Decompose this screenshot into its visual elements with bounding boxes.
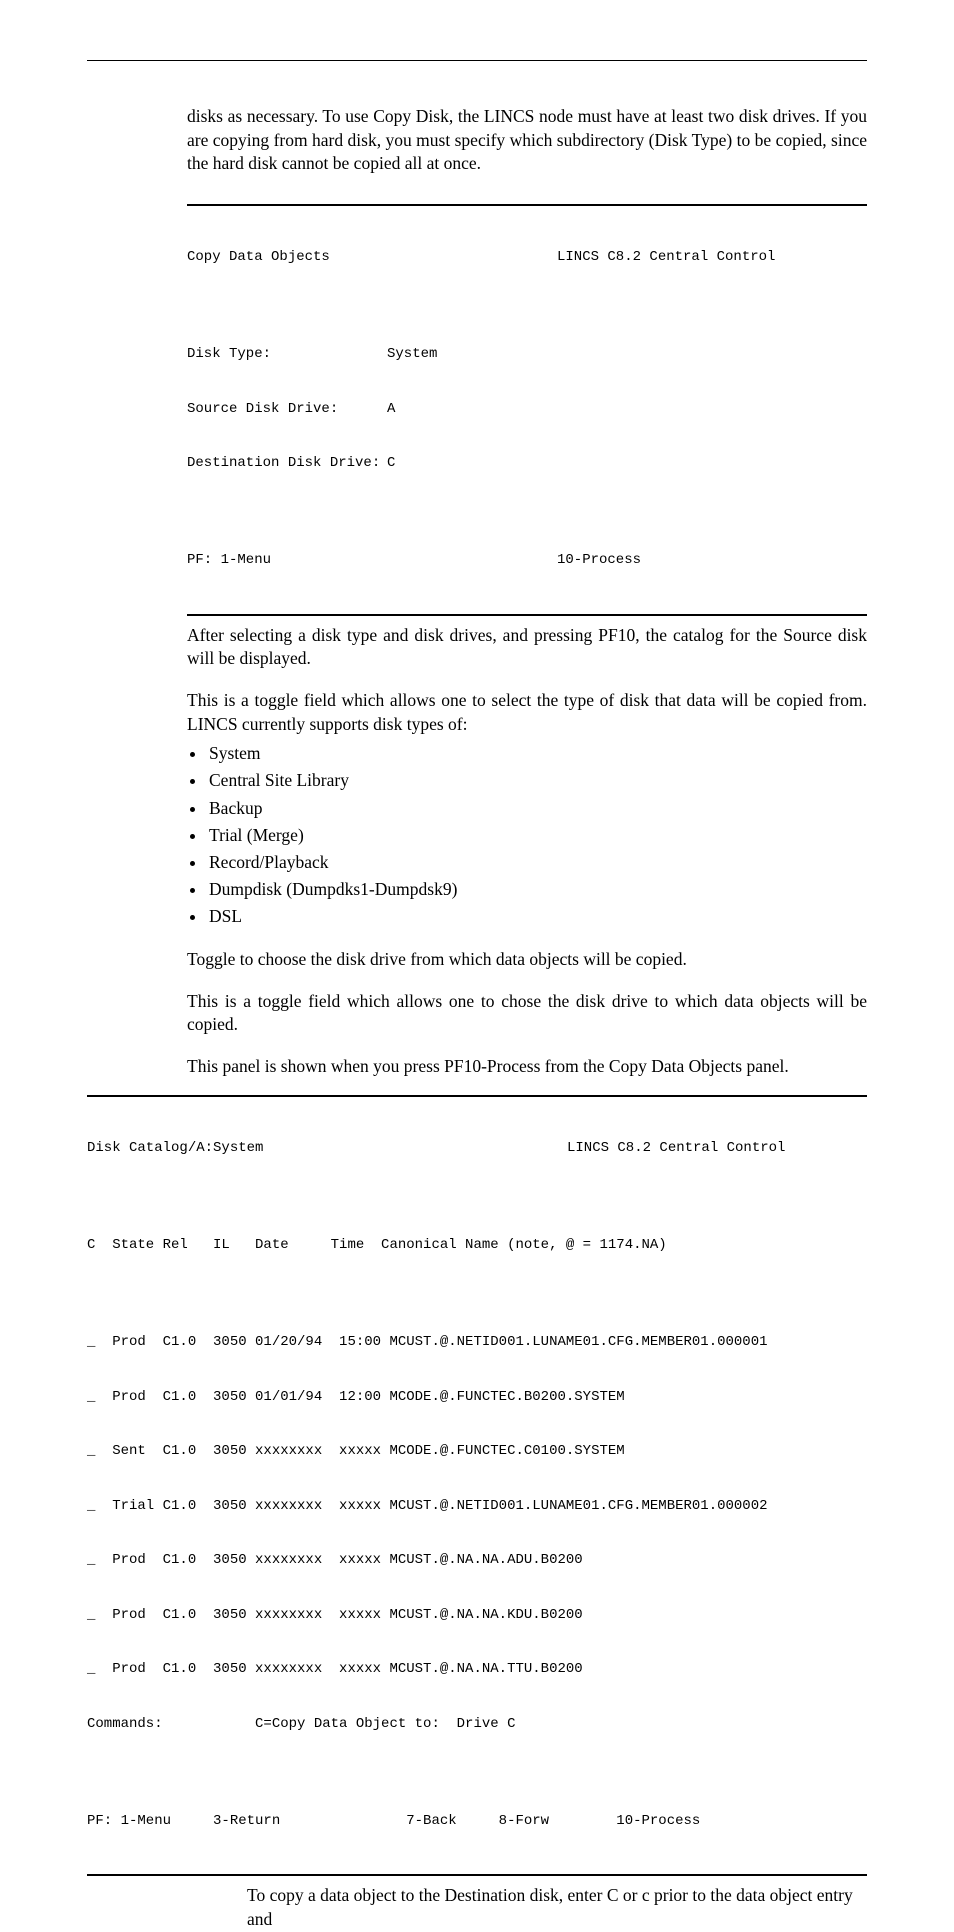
panel1-title-right: LINCS C8.2 Central Control — [557, 248, 775, 266]
panel2-title-left: Disk Catalog/A:System — [87, 1139, 567, 1157]
list-item: Trial (Merge) — [207, 822, 867, 849]
table-row: _ Prod C1.0 3050 xxxxxxxx xxxxx MCUST.@.… — [87, 1606, 867, 1624]
catalog-intro-paragraph: This panel is shown when you press PF10-… — [187, 1055, 867, 1079]
disk-type-label: Disk Type: — [187, 345, 387, 363]
catalog-header: C State Rel IL Date Time Canonical Name … — [87, 1236, 867, 1254]
list-item: Central Site Library — [207, 767, 867, 794]
toggle-intro-paragraph: This is a toggle field which allows one … — [187, 689, 867, 736]
commands-line: Commands: C=Copy Data Object to: Drive C — [87, 1715, 867, 1733]
table-row: _ Prod C1.0 3050 01/20/94 15:00 MCUST.@.… — [87, 1333, 867, 1351]
table-row: _ Prod C1.0 3050 xxxxxxxx xxxxx MCUST.@.… — [87, 1660, 867, 1678]
disk-types-list: System Central Site Library Backup Trial… — [187, 740, 867, 930]
source-toggle-paragraph: Toggle to choose the disk drive from whi… — [187, 948, 867, 972]
list-item: System — [207, 740, 867, 767]
table-row: _ Sent C1.0 3050 xxxxxxxx xxxxx MCODE.@.… — [87, 1442, 867, 1460]
table-row: _ Prod C1.0 3050 xxxxxxxx xxxxx MCUST.@.… — [87, 1551, 867, 1569]
panel1-pf-left: PF: 1-Menu — [187, 551, 557, 569]
dest-drive-label: Destination Disk Drive: — [187, 454, 387, 472]
list-item: DSL — [207, 903, 867, 930]
disk-catalog-panel: Disk Catalog/A:System LINCS C8.2 Central… — [87, 1095, 867, 1877]
source-drive-label: Source Disk Drive: — [187, 400, 387, 418]
copy-data-objects-panel: Copy Data Objects LINCS C8.2 Central Con… — [187, 204, 867, 616]
table-row: _ Trial C1.0 3050 xxxxxxxx xxxxx MCUST.@… — [87, 1497, 867, 1515]
intro-paragraph: disks as necessary. To use Copy Disk, th… — [187, 105, 867, 176]
disk-type-value: System — [387, 345, 437, 363]
after-panel1-paragraph: After selecting a disk type and disk dri… — [187, 624, 867, 671]
panel2-pf-line: PF: 1-Menu 3-Return 7-Back 8-Forw 10-Pro… — [87, 1812, 867, 1830]
list-item: Record/Playback — [207, 849, 867, 876]
list-item: Backup — [207, 795, 867, 822]
list-item: Dumpdisk (Dumpdks1-Dumpdsk9) — [207, 876, 867, 903]
document-page: disks as necessary. To use Copy Disk, th… — [0, 0, 954, 1235]
dest-drive-value: C — [387, 454, 395, 472]
panel1-pf-right: 10-Process — [557, 551, 641, 569]
panel2-title-right: LINCS C8.2 Central Control — [567, 1139, 785, 1157]
source-drive-value: A — [387, 400, 395, 418]
closing-paragraph: To copy a data object to the Destination… — [247, 1884, 867, 1931]
top-rule — [87, 60, 867, 61]
dest-toggle-paragraph: This is a toggle field which allows one … — [187, 990, 867, 1037]
table-row: _ Prod C1.0 3050 01/01/94 12:00 MCODE.@.… — [87, 1388, 867, 1406]
panel1-title-left: Copy Data Objects — [187, 248, 557, 266]
